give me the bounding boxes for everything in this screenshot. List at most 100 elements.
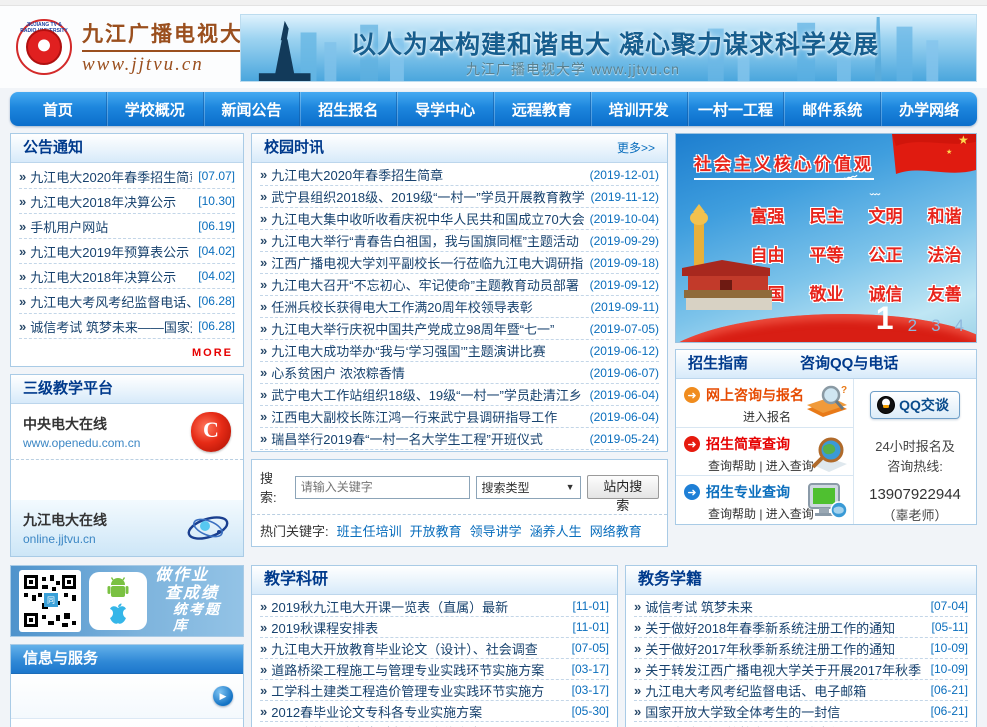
slider-page-dot[interactable]: 3 [931,317,940,334]
admission-row-online[interactable]: ➜ 网上咨询与报名 进入报名 ? [676,379,853,427]
list-item[interactable]: » 九江电大开放教育毕业论文（设计）、社会调查 [07-05] [260,638,609,659]
nav-item[interactable]: 学校概况 [106,92,203,126]
list-item[interactable]: » 武宁县组织2018级、2019级“一村一”学员开展教育教学 (2019-11… [260,186,659,208]
list-item[interactable]: » 任洲兵校长获得电大工作满20周年校领导表彰 (2019-09-11) [260,296,659,318]
announcement-link[interactable]: 九江电大2018年决算公示 [30,192,192,211]
admission-row-title[interactable]: 招生简章查询 [706,434,790,454]
list-item[interactable]: » 诚信考试 筑梦未来——国家开 [06.28] [19,314,235,339]
announcement-link[interactable]: 九江电大考风考纪监督电话、 [30,292,192,311]
nav-item[interactable]: 首页 [10,92,106,126]
service-item[interactable]: ▶ [11,674,243,719]
nav-item[interactable]: 培训开发 [590,92,687,126]
academic-link[interactable]: 关于做好2018年春季新系统注册工作的通知 [645,618,925,637]
slider-page-dot[interactable]: 4 [955,317,964,334]
hot-keyword-link[interactable]: 开放教育 [410,521,462,540]
hot-keyword-link[interactable]: 网络教育 [590,521,642,540]
promo-slider[interactable]: ★ ★ ﹏ ﹏ 社会主义核心价值观 富强 民主 文明 和谐 自由 [675,133,977,343]
list-item[interactable]: » 道路桥梁工程施工与管理专业实践环节实施方案 [03-17] [260,659,609,680]
list-item[interactable]: » 关于转发江西广播电视大学关于开展2017年秋季 [10-09] [634,659,968,680]
admission-row-title[interactable]: 网上咨询与报名 [706,385,804,405]
announcement-link[interactable]: 手机用户网站 [30,217,192,236]
academic-link[interactable]: 诚信考试 筑梦未来 [645,597,924,616]
teaching-link[interactable]: 工学科土建类工程造价管理专业实践环节实施方 [271,681,565,700]
list-item[interactable]: » 九江电大2020年春季招生简章 [07.07] [19,164,235,189]
more-link[interactable]: MORE [192,347,233,359]
hot-keyword-link[interactable]: 涵养人生 [530,521,582,540]
nav-item[interactable]: 新闻公告 [203,92,300,126]
announcement-link[interactable]: 诚信考试 筑梦未来——国家开 [30,317,192,336]
news-link[interactable]: 江西电大副校长陈江鸿一行来武宁县调研指导工作 [271,407,583,426]
site-logo[interactable]: JIUJIANG TV & RADIO UNIVERSITY 九江广播电视大学 … [16,18,266,76]
teaching-link[interactable]: 2012春毕业论文本科各专业实施方案 [271,723,565,727]
announcement-link[interactable]: 九江电大2020年春季招生简章 [30,167,192,186]
list-item[interactable]: » 九江电大2020年春季招生简章 (2019-12-01) [260,164,659,186]
hot-keyword-link[interactable]: 领导讲学 [470,521,522,540]
list-item[interactable]: » 国家开放大学致全体考生的一封信 [06-21] [634,701,968,722]
slider-page-dot[interactable]: 2 [908,317,917,334]
campus-news-more-link[interactable]: 更多>> [617,134,655,162]
nav-item[interactable]: 招生报名 [299,92,396,126]
platform-name[interactable]: 中央电大在线 [23,414,140,434]
list-item[interactable]: » 九江电大集中收听收看庆祝中华人民共和国成立70大会 (2019-10-04) [260,208,659,230]
admission-row-brochure[interactable]: ➜ 招生简章查询 查询帮助 | 进入查询 [676,427,853,475]
list-item[interactable]: » 2019秋课程安排表 [11-01] [260,617,609,638]
academic-link[interactable]: 关于转发江西广播电视大学关于开展2017年秋季 [645,660,924,679]
search-type-select[interactable]: 搜索类型 ▼ [476,476,581,499]
list-item[interactable]: » 心系贫困户 浓浓粽香情 (2019-06-07) [260,362,659,384]
list-item[interactable]: » 手机用户网站 [06.19] [19,214,235,239]
nav-item[interactable]: 一村一工程 [687,92,784,126]
teaching-link[interactable]: 2019秋九江电大开课一览表（直属）最新 [271,597,566,616]
qq-chat-button[interactable]: QQ交谈 [870,391,960,419]
platform-name[interactable]: 九江电大在线 [23,510,107,530]
list-item[interactable]: » 2012春毕业论文本科各专业实施方案 [05-30] [260,722,609,727]
nav-item[interactable]: 远程教育 [493,92,590,126]
list-item[interactable]: » 2012春毕业论文专科各专业实施方案 [05-30] [260,701,609,722]
list-item[interactable]: » 九江电大2019年预算表公示 [04.02] [19,239,235,264]
news-link[interactable]: 九江电大举行“青春告白祖国，我与国旗同框”主题活动 [271,231,583,250]
list-item[interactable]: » 九江电大2018年决算公示 [04.02] [19,264,235,289]
nav-item[interactable]: 办学网络 [880,92,977,126]
news-link[interactable]: 心系贫困户 浓浓粽香情 [271,363,583,382]
news-link[interactable]: 江西广播电视大学刘平副校长一行莅临九江电大调研指导 [271,253,583,272]
list-item[interactable]: » 江西电大副校长陈江鸿一行来武宁县调研指导工作 (2019-06-04) [260,406,659,428]
list-item[interactable]: » 诚信考试 筑梦未来 [07-04] [634,596,968,617]
announcement-link[interactable]: 九江电大2018年决算公示 [30,267,192,286]
service-item-location[interactable]: 学校方位 ▶ [11,719,243,727]
platform-url[interactable]: www.openedu.com.cn [23,436,140,450]
academic-link[interactable]: 关于做好2017年秋季新系统注册工作的通知 [645,639,924,658]
academic-link[interactable]: 2017年春季开放教育考试正式文件 [645,723,924,727]
news-link[interactable]: 九江电大成功举办“我与‘学习强国’”主题演讲比赛 [271,341,583,360]
list-item[interactable]: » 九江电大2018年决算公示 [10.30] [19,189,235,214]
news-link[interactable]: 任洲兵校长获得电大工作满20周年校领导表彰 [271,297,584,316]
news-link[interactable]: 九江电大召开“不忘初心、牢记使命”主题教育动员部署 [271,275,583,294]
admission-row-majors[interactable]: ➜ 招生专业查询 查询帮助 | 进入查询 [676,475,853,523]
search-submit-button[interactable]: 站内搜索 [587,475,659,499]
list-item[interactable]: » 工学科土建类工程造价管理专业实践环节实施方 [03-17] [260,680,609,701]
nav-item[interactable]: 导学中心 [396,92,493,126]
list-item[interactable]: » 瑞昌举行2019春“一村一名大学生工程”开班仪式 (2019-05-24) [260,428,659,450]
platform-central[interactable]: 中央电大在线 www.openedu.com.cn [11,404,243,460]
academic-link[interactable]: 国家开放大学致全体考生的一封信 [645,702,924,721]
list-item[interactable]: » 2017年春季开放教育考试正式文件 [06-07] [634,722,968,727]
list-item[interactable]: » 关于做好2017年秋季新系统注册工作的通知 [10-09] [634,638,968,659]
platform-jjtvu[interactable]: 九江电大在线 online.jjtvu.cn [11,500,243,556]
list-item[interactable]: » 武宁电大工作站组织18级、19级“一村一”学员赴清江乡 (2019-06-0… [260,384,659,406]
teaching-link[interactable]: 2012春毕业论文专科各专业实施方案 [271,702,565,721]
slider-page-dot[interactable]: 1 [876,302,894,334]
teaching-link[interactable]: 道路桥梁工程施工与管理专业实践环节实施方案 [271,660,565,679]
search-input[interactable] [295,476,470,499]
list-item[interactable]: » 九江电大举行庆祝中国共产党成立98周年暨“七一” (2019-07-05) [260,318,659,340]
list-item[interactable]: » 关于做好2018年春季新系统注册工作的通知 [05-11] [634,617,968,638]
list-item[interactable]: » 九江电大考风考纪监督电话、 [06.28] [19,289,235,314]
list-item[interactable]: » 九江电大考风考纪监督电话、电子邮箱 [06-21] [634,680,968,701]
list-item[interactable]: » 九江电大成功举办“我与‘学习强国’”主题演讲比赛 (2019-06-12) [260,340,659,362]
hot-keyword-link[interactable]: 班主任培训 [337,521,402,540]
list-item[interactable]: » 九江电大举行“青春告白祖国，我与国旗同框”主题活动 (2019-09-29) [260,230,659,252]
play-arrow-icon[interactable]: ▶ [213,686,233,706]
admission-row-sub[interactable]: 进入报名 [708,408,791,425]
list-item[interactable]: » 九江电大召开“不忘初心、牢记使命”主题教育动员部署 (2019-09-12) [260,274,659,296]
news-link[interactable]: 武宁电大工作站组织18级、19级“一村一”学员赴清江乡 [271,385,583,404]
news-link[interactable]: 瑞昌举行2019春“一村一名大学生工程”开班仪式 [271,429,583,448]
news-link[interactable]: 九江电大2020年春季招生简章 [271,165,583,184]
nav-item[interactable]: 邮件系统 [783,92,880,126]
